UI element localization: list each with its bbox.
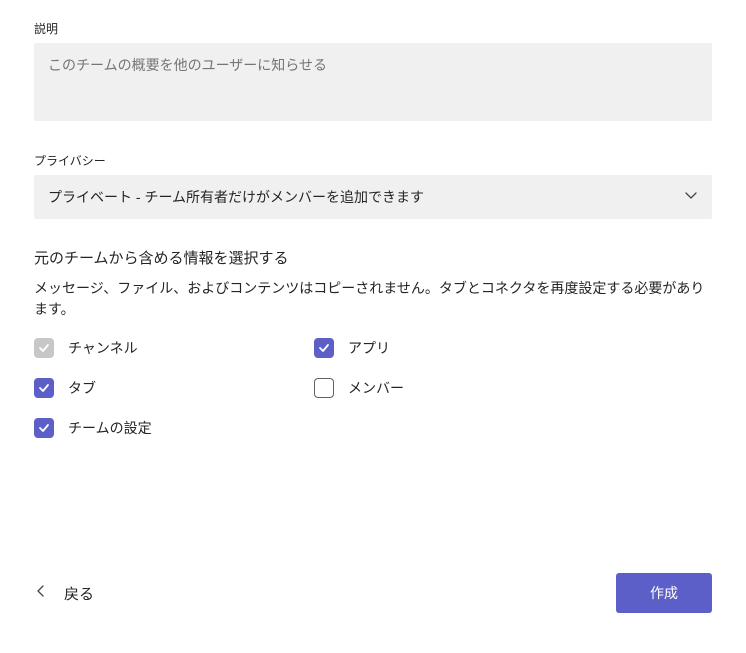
checkmark-icon — [34, 418, 54, 438]
checkbox-icon — [314, 378, 334, 398]
back-label: 戻る — [64, 583, 94, 604]
back-button[interactable]: 戻る — [34, 577, 96, 610]
privacy-select[interactable]: プライベート - チーム所有者だけがメンバーを追加できます — [34, 175, 712, 219]
checkmark-icon — [314, 338, 334, 358]
description-input[interactable] — [34, 43, 712, 121]
checkbox-label: チャンネル — [68, 338, 138, 358]
create-button[interactable]: 作成 — [616, 573, 712, 613]
include-heading: 元のチームから含める情報を選択する — [34, 247, 712, 268]
checkbox-channels: チャンネル — [34, 338, 314, 358]
chevron-left-icon — [36, 584, 46, 602]
description-label: 説明 — [34, 20, 712, 37]
checkbox-label: アプリ — [348, 338, 390, 358]
checkbox-members[interactable]: メンバー — [314, 378, 594, 398]
checkbox-label: チームの設定 — [68, 418, 152, 438]
checkbox-apps[interactable]: アプリ — [314, 338, 594, 358]
checkbox-settings[interactable]: チームの設定 — [34, 418, 314, 438]
checkmark-icon — [34, 338, 54, 358]
include-help-text: メッセージ、ファイル、およびコンテンツはコピーされません。タブとコネクタを再度設… — [34, 278, 712, 320]
checkbox-label: メンバー — [348, 378, 404, 398]
privacy-label: プライバシー — [34, 152, 712, 169]
checkbox-label: タブ — [68, 378, 96, 398]
checkbox-tabs[interactable]: タブ — [34, 378, 314, 398]
checkmark-icon — [34, 378, 54, 398]
